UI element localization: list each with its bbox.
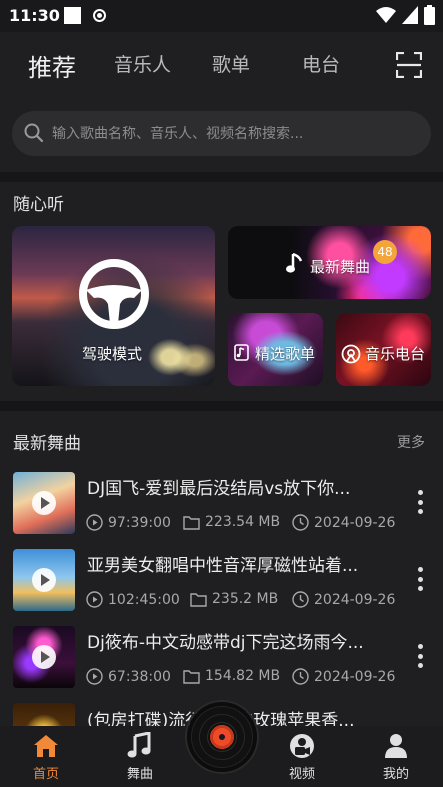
cellular-signal-icon — [402, 6, 418, 24]
new-dance-label: 最新舞曲 — [310, 258, 371, 276]
size-text: 235.2 MB — [212, 591, 279, 607]
play-circle-icon — [86, 591, 103, 608]
song-size: 154.82 MB — [183, 668, 280, 684]
folder-icon — [183, 515, 200, 530]
play-icon[interactable] — [32, 491, 56, 515]
record-dot-icon — [93, 9, 106, 22]
top-tab-bar: 推荐 音乐人 歌单 电台 — [0, 32, 443, 100]
scan-icon[interactable] — [396, 52, 422, 78]
nav-dance[interactable]: 舞曲 — [110, 732, 170, 782]
play-circle-icon — [86, 514, 103, 531]
song-row[interactable]: Dj筱布-中文动感带dj下完这场雨今... 67:38:00 154.82 MB… — [0, 626, 443, 696]
song-date: 2024-09-26 — [292, 514, 395, 531]
clock-icon — [292, 514, 309, 531]
nav-dance-label: 舞曲 — [126, 767, 153, 782]
tab-recommend[interactable]: 推荐 — [28, 48, 76, 83]
play-icon[interactable] — [32, 568, 56, 592]
music-notes-icon — [127, 732, 151, 758]
duration-text: 102:45:00 — [108, 591, 180, 608]
now-playing-disc-icon[interactable] — [187, 702, 257, 772]
song-row[interactable]: DJ国飞-爱到最后没结局vs放下你... 97:39:00 223.54 MB … — [0, 472, 443, 542]
more-options-icon[interactable] — [416, 567, 424, 591]
nav-video-label: 视频 — [288, 767, 315, 782]
notification-square-icon — [64, 7, 81, 24]
song-title: 亚男美女翻唱中性音浑厚磁性站着... — [87, 556, 359, 576]
search-input[interactable] — [52, 111, 417, 156]
more-options-icon[interactable] — [416, 644, 424, 668]
song-cover — [13, 703, 75, 726]
song-title: Dj筱布-中文动感带dj下完这场雨今... — [87, 633, 364, 653]
playlist-icon — [234, 344, 249, 361]
duration-text: 67:38:00 — [108, 668, 171, 685]
wifi-icon — [376, 7, 396, 23]
song-size: 235.2 MB — [190, 591, 278, 607]
folder-icon — [183, 669, 200, 684]
steering-wheel-icon — [79, 259, 149, 329]
date-text: 2024-09-26 — [314, 591, 396, 608]
section-divider — [0, 172, 443, 182]
song-duration: 102:45:00 — [86, 591, 180, 608]
music-radio-card[interactable]: 音乐电台 — [336, 313, 431, 386]
music-note-icon — [286, 252, 303, 273]
battery-icon — [424, 5, 435, 25]
more-link[interactable]: 更多 — [397, 432, 425, 452]
song-cover — [13, 549, 75, 611]
drive-mode-card[interactable]: 驾驶模式 — [12, 226, 215, 386]
song-cover — [13, 472, 75, 534]
folder-icon — [190, 592, 207, 607]
song-duration: 97:39:00 — [86, 514, 171, 531]
song-size: 223.54 MB — [183, 514, 280, 530]
music-radio-label: 音乐电台 — [365, 345, 426, 363]
new-dance-card[interactable]: 最新舞曲 — [228, 226, 431, 299]
status-bar: 11:30 — [0, 0, 443, 32]
featured-playlist-label: 精选歌单 — [255, 345, 316, 363]
more-options-icon[interactable] — [416, 490, 424, 514]
radio-icon — [341, 344, 361, 364]
section-divider — [0, 401, 443, 411]
search-icon — [24, 123, 44, 143]
status-time: 11:30 — [9, 6, 60, 25]
home-icon — [34, 735, 58, 757]
nav-profile-label: 我的 — [382, 767, 409, 782]
nav-video[interactable]: 视频 — [272, 732, 332, 782]
play-icon[interactable] — [32, 645, 56, 669]
song-duration: 67:38:00 — [86, 668, 171, 685]
clock-icon — [292, 591, 309, 608]
size-text: 154.82 MB — [205, 668, 281, 684]
featured-playlist-card[interactable]: 精选歌单 — [228, 313, 323, 386]
section-title-latest-dance: 最新舞曲 — [13, 434, 81, 454]
song-date: 2024-09-26 — [292, 591, 395, 608]
song-row[interactable]: 亚男美女翻唱中性音浑厚磁性站着... 102:45:00 235.2 MB 20… — [0, 549, 443, 619]
video-icon — [290, 734, 314, 758]
date-text: 2024-09-26 — [314, 668, 396, 685]
tab-radio[interactable]: 电台 — [302, 50, 340, 77]
clock-icon — [292, 668, 309, 685]
song-date: 2024-09-26 — [292, 668, 395, 685]
status-icons — [376, 4, 435, 26]
section-title-random-listen: 随心听 — [13, 195, 64, 215]
tab-playlists[interactable]: 歌单 — [212, 50, 250, 77]
new-dance-count-badge: 48 — [373, 240, 397, 264]
nav-profile[interactable]: 我的 — [366, 732, 426, 782]
date-text: 2024-09-26 — [314, 514, 396, 531]
search-bar[interactable] — [12, 111, 431, 156]
size-text: 223.54 MB — [205, 514, 281, 530]
song-title: DJ国飞-爱到最后没结局vs放下你... — [87, 479, 351, 499]
play-circle-icon — [86, 668, 103, 685]
song-cover — [13, 626, 75, 688]
nav-home[interactable]: 首页 — [16, 732, 76, 782]
nav-home-label: 首页 — [32, 767, 59, 782]
duration-text: 97:39:00 — [108, 514, 171, 531]
tab-musicians[interactable]: 音乐人 — [114, 50, 171, 77]
drive-mode-label: 驾驶模式 — [82, 345, 143, 363]
user-icon — [385, 734, 407, 758]
